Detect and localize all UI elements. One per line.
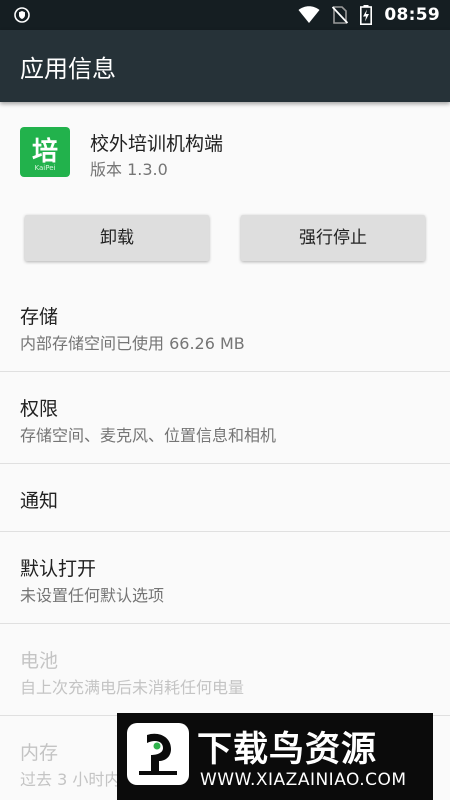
force-stop-button[interactable]: 强行停止 [241,215,425,261]
settings-item-title: 电池 [20,650,59,672]
settings-item-battery: 电池 自上次充满电后未消耗任何电量 [0,624,450,716]
app-icon-glyph: 培 [31,137,58,167]
page-title: 应用信息 [20,55,116,83]
settings-item-notifications[interactable]: 通知 [0,464,450,532]
app-icon: 培 KaiPei [20,127,70,177]
watermark-url: WWW.XIAZAINIAO.COM [200,770,407,790]
shield-icon [14,7,30,23]
watermark-title: 下载鸟资源 [197,730,378,770]
settings-item-title: 权限 [20,398,59,420]
app-icon-caption: KaiPei [34,164,56,172]
app-version: 版本 1.3.0 [90,160,168,179]
settings-item-permissions[interactable]: 权限 存储空间、麦克风、位置信息和相机 [0,372,450,464]
battery-charging-icon [360,5,373,25]
settings-item-title: 默认打开 [20,558,97,580]
status-time: 08:59 [384,5,440,25]
settings-item-subtitle: 过去 3 小时内 [20,770,121,789]
bird-logo-icon [127,723,189,785]
wifi-icon [298,6,320,23]
settings-item-storage[interactable]: 存储 内部存储空间已使用 66.26 MB [0,280,450,372]
settings-item-subtitle: 内部存储空间已使用 66.26 MB [20,334,245,353]
app-header: 培 KaiPei 校外培训机构端 版本 1.3.0 [0,102,450,202]
settings-item-subtitle: 存储空间、麦克风、位置信息和相机 [20,426,277,445]
settings-item-title: 内存 [20,742,59,764]
watermark: 下载鸟资源 WWW.XIAZAINIAO.COM [117,713,433,800]
status-bar: 08:59 [0,0,450,30]
settings-item-title: 存储 [20,306,59,328]
app-bar: 应用信息 [0,30,450,102]
app-name: 校外培训机构端 [90,133,224,155]
settings-item-open-by-default[interactable]: 默认打开 未设置任何默认选项 [0,532,450,624]
settings-item-subtitle: 自上次充满电后未消耗任何电量 [20,678,245,697]
settings-item-title: 通知 [20,490,59,512]
settings-item-subtitle: 未设置任何默认选项 [20,586,165,605]
no-sim-icon [332,6,349,24]
uninstall-button[interactable]: 卸载 [25,215,209,261]
